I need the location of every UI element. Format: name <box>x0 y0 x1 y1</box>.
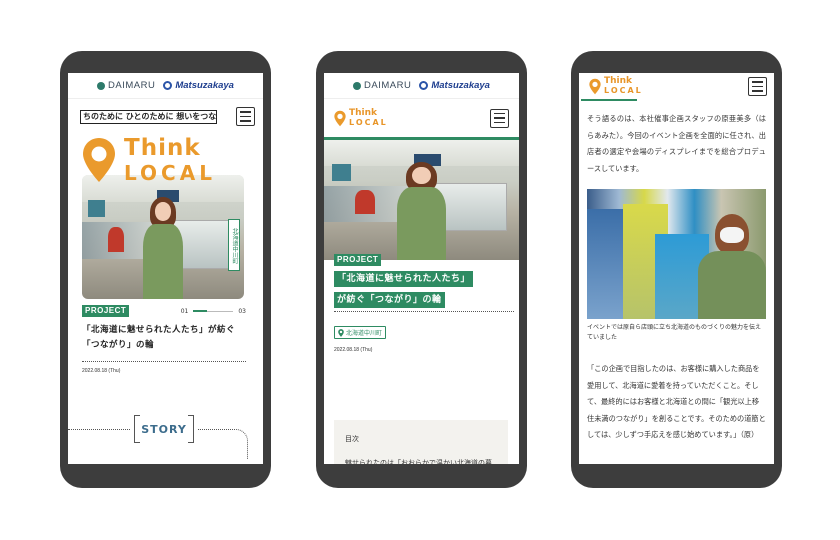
location-tag-text: 北海道中川町 <box>346 330 383 337</box>
menu-bar <box>752 81 763 83</box>
hero-photo[interactable]: 北海道中川町 <box>82 175 244 299</box>
logo-think: Think <box>604 76 633 86</box>
logo-think: Think <box>124 135 201 161</box>
bracket-right <box>188 415 194 443</box>
menu-bar <box>494 121 505 124</box>
photo-person <box>697 214 766 319</box>
logo-local: LOCAL <box>604 86 643 95</box>
article-meta: 北海道中川町 2022.08.18 (Thu) <box>334 311 514 353</box>
category-badge: PROJECT <box>334 254 382 266</box>
story-section-header: STORY <box>68 413 263 459</box>
location-tag[interactable]: 北海道中川町 <box>228 219 240 271</box>
site-header: Think LOCAL <box>324 99 519 137</box>
matsuzakaya-logo[interactable]: Matsuzakaya <box>163 80 234 91</box>
think-local-logo[interactable]: Think LOCAL <box>589 77 643 95</box>
story-label: STORY <box>141 423 187 436</box>
logo-local: LOCAL <box>349 118 388 127</box>
phone-mockup-article: DAIMARU Matsuzakaya Think LOCAL PROJECT … <box>316 51 527 488</box>
toc-item[interactable]: 魅せられたのは「おおらかで温かい北海道の暮らし」 <box>345 457 497 464</box>
slider-pager[interactable]: 01 03 <box>181 308 246 315</box>
map-pin-icon <box>338 328 344 337</box>
article-hero-photo <box>324 140 519 260</box>
article-title[interactable]: 「北海道に魅せられた人たち」が紡ぐ「つながり」の輪 <box>82 323 246 353</box>
menu-bar <box>752 85 763 88</box>
logo-local: LOCAL <box>124 161 216 185</box>
person-body <box>142 223 184 299</box>
article-title-line2: が紡ぐ「つながり」の輪 <box>334 292 445 308</box>
article-date: 2022.08.18 (Thu) <box>334 346 373 353</box>
pager-track[interactable] <box>193 310 234 312</box>
menu-bar <box>240 111 251 113</box>
location-tag-text: 北海道中川町 <box>231 227 238 264</box>
daimaru-mark-icon <box>97 81 106 90</box>
logo-think: Think <box>349 108 378 118</box>
map-pin-icon <box>334 110 346 126</box>
photo-sign <box>88 199 105 218</box>
phone-screen: DAIMARU Matsuzakaya Think LOCAL PROJECT … <box>324 73 519 464</box>
person-face <box>155 202 171 221</box>
photo-sign <box>331 164 352 181</box>
article-quote: 「この企画で目指したのは、お客様に購入した商品を愛用して、北海道に愛着を持ってい… <box>587 364 766 439</box>
photo-worker <box>355 190 375 215</box>
menu-bar <box>240 120 251 122</box>
article-date: 2022.08.18 (Thu) <box>82 368 121 374</box>
map-pin-icon <box>589 78 601 94</box>
menu-bar <box>752 90 763 92</box>
pager-total: 03 <box>238 307 246 315</box>
top-line: ちのために ひとのために 想いをつな <box>68 99 263 126</box>
dotted-divider <box>82 361 246 362</box>
tagline-marquee: ちのために ひとのために 想いをつな <box>80 109 217 124</box>
location-tag[interactable]: 北海道中川町 <box>334 326 387 339</box>
scroll-progress-bar <box>581 99 637 101</box>
daimaru-mark-icon <box>353 81 362 90</box>
photo-person <box>140 197 185 299</box>
table-of-contents: 目次 魅せられたのは「おおらかで温かい北海道の暮らし」 <box>334 420 508 464</box>
matsuzakaya-mark-icon <box>419 81 429 90</box>
daimaru-logo[interactable]: DAIMARU <box>353 80 411 91</box>
menu-bar <box>240 115 251 118</box>
menu-button[interactable] <box>748 77 767 96</box>
daimaru-wordmark: DAIMARU <box>108 80 156 91</box>
dotted-line-right <box>198 429 248 459</box>
menu-bar <box>494 112 505 115</box>
phone-screen: DAIMARU Matsuzakaya ちのために ひとのために 想いをつな T… <box>68 73 263 464</box>
photo-person <box>394 161 449 260</box>
think-local-logo[interactable]: Think LOCAL <box>334 109 388 127</box>
dotted-divider <box>334 311 514 312</box>
matsuzakaya-mark-icon <box>163 81 173 90</box>
photo-worker <box>107 227 125 252</box>
article-meta: PROJECT 01 03 「北海道に魅せられた人たち」が紡ぐ「つながり」の輪 … <box>82 305 246 374</box>
article-photo <box>587 189 766 319</box>
toc-heading: 目次 <box>345 435 359 443</box>
phone-mockup-article-body: Think LOCAL そう語るのは、本社催事企画スタッフの原亜美多（はらあみた… <box>571 51 782 488</box>
menu-bar <box>494 117 505 119</box>
menu-button[interactable] <box>490 108 509 128</box>
matsuzakaya-logo[interactable]: Matsuzakaya <box>419 80 490 91</box>
think-local-logo[interactable]: Think LOCAL <box>82 137 216 183</box>
dotted-line-left <box>68 429 130 430</box>
category-badge: PROJECT <box>82 305 130 317</box>
menu-button[interactable] <box>236 107 255 126</box>
article-heading: PROJECT 「北海道に魅せられた人たち」 が紡ぐ「つながり」の輪 <box>334 247 474 308</box>
brand-bar: DAIMARU Matsuzakaya <box>324 73 519 99</box>
article-paragraph: そう語るのは、本社催事企画スタッフの原亜美多（はらあみた）。今回のイベント企画を… <box>587 114 766 173</box>
daimaru-wordmark: DAIMARU <box>364 80 412 91</box>
map-pin-icon <box>83 138 115 182</box>
pager-current: 01 <box>180 307 189 315</box>
photo-caption: イベントでは原自ら店頭に立ち北海道のものづくりの魅力を伝えていました <box>587 324 762 341</box>
site-header: Think LOCAL <box>579 73 774 101</box>
person-face <box>412 166 431 185</box>
person-body <box>697 250 766 319</box>
person-mask <box>720 226 744 244</box>
phone-mockup-home: DAIMARU Matsuzakaya ちのために ひとのために 想いをつな T… <box>60 51 271 488</box>
brand-bar: DAIMARU Matsuzakaya <box>68 73 263 99</box>
matsuzakaya-wordmark: Matsuzakaya <box>175 80 234 91</box>
matsuzakaya-wordmark: Matsuzakaya <box>431 80 490 91</box>
article-title-line1: 「北海道に魅せられた人たち」 <box>334 271 474 287</box>
pager-fill <box>193 310 207 312</box>
phone-screen: Think LOCAL そう語るのは、本社催事企画スタッフの原亜美多（はらあみた… <box>579 73 774 464</box>
daimaru-logo[interactable]: DAIMARU <box>97 80 155 91</box>
